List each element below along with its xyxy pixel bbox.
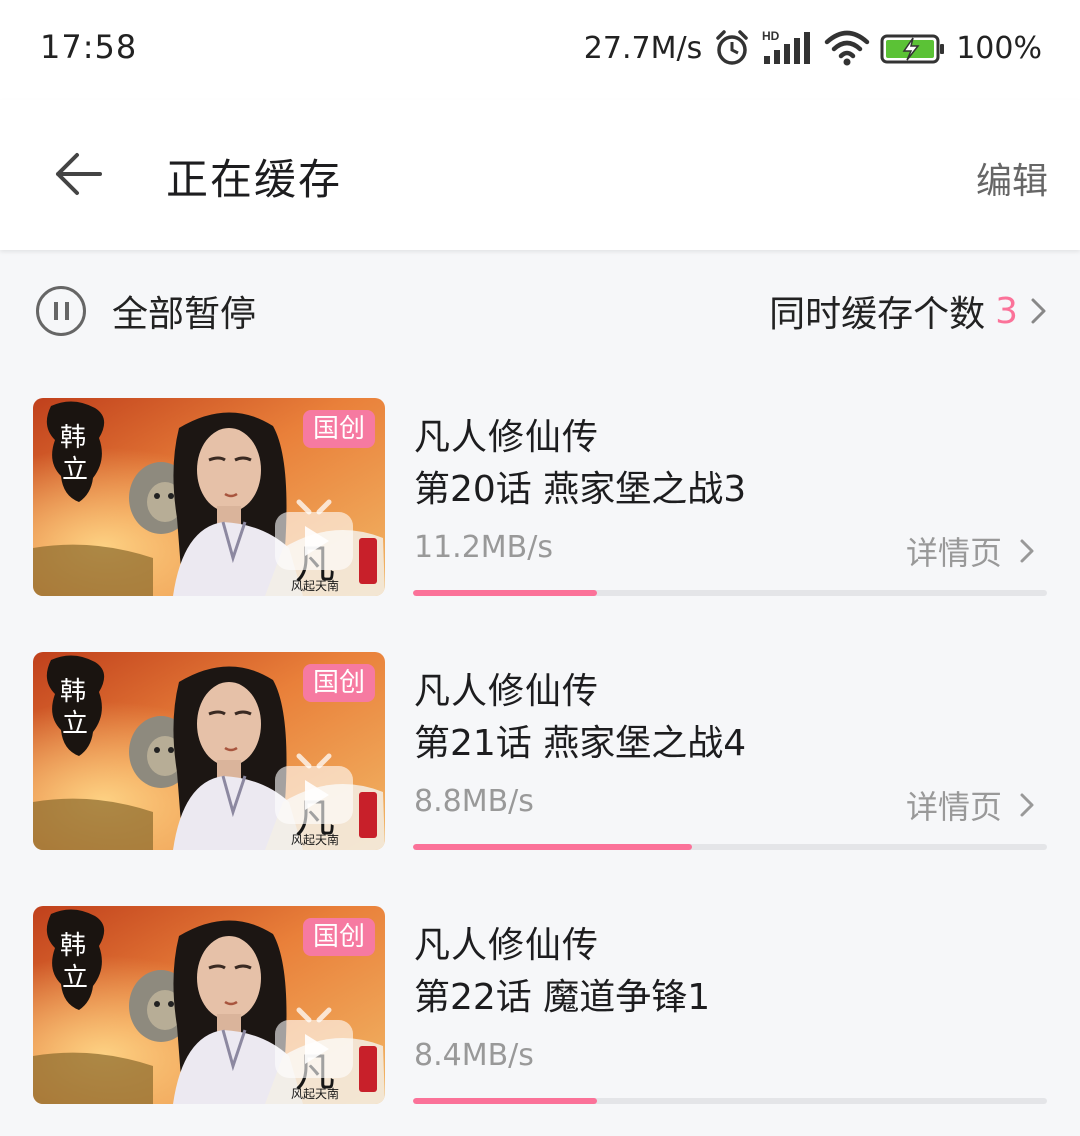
video-thumbnail[interactable]: 韩 立 凡 风起天南 国创 [33,906,385,1104]
concurrent-label: 同时缓存个数 [769,294,986,335]
status-right: 27.7M/s HD 100% [584,26,1042,70]
download-item[interactable]: 韩 立 凡 风起天南 国创 凡人修仙传 第22话 魔道争锋1 8.4MB/s [0,906,1080,1136]
detail-page-label: 详情页 [905,788,1002,826]
svg-text:立: 立 [62,455,88,485]
edit-button[interactable]: 编辑 [976,152,1048,204]
page-title: 正在缓存 [166,155,343,204]
video-title: 凡人修仙传 [414,671,600,712]
network-speed: 27.7M/s [583,30,703,66]
chevron-right-icon [1028,296,1050,326]
episode-title: 第22话 魔道争锋1 [414,977,711,1018]
wifi-icon [824,28,870,68]
app-header: 正在缓存 编辑 [0,100,1080,250]
download-speed: 11.2MB/s [414,530,553,565]
pause-all-label: 全部暂停 [112,294,257,335]
svg-text:风起天南: 风起天南 [291,832,339,847]
progress-bar [413,844,1047,850]
progress-bar [413,590,1047,596]
svg-text:风起天南: 风起天南 [291,1086,339,1101]
controls-row: 全部暂停 同时缓存个数 3 [0,250,1080,370]
back-arrow-icon [56,153,102,195]
episode-title: 第21话 燕家堡之战4 [414,723,747,764]
svg-text:立: 立 [62,963,88,993]
detail-page-link[interactable]: 详情页 [906,782,1036,828]
download-item[interactable]: 韩 立 凡 风起天南 国创 凡人修仙传 第20话 燕家堡之战3 11.2MB/s [0,398,1080,628]
video-thumbnail[interactable]: 韩 立 凡 风起天南 国创 [33,398,385,596]
play-icon [271,496,357,574]
battery-charging-icon [880,28,946,68]
play-icon [271,750,357,828]
status-time: 17:58 [40,28,138,66]
download-speed: 8.8MB/s [414,784,534,819]
svg-text:风起天南: 风起天南 [291,578,339,593]
back-button[interactable] [50,148,106,200]
svg-text:韩: 韩 [60,423,86,453]
play-icon [271,1004,357,1082]
chevron-right-icon [1018,537,1036,565]
svg-text:韩: 韩 [60,931,86,961]
network-type-label: HD [762,29,780,43]
category-badge: 国创 [302,918,375,956]
svg-text:韩: 韩 [60,677,86,707]
video-thumbnail[interactable]: 韩 立 凡 风起天南 国创 [33,652,385,850]
progress-fill [413,1098,597,1104]
concurrent-downloads-setting[interactable]: 同时缓存个数 3 [769,288,1050,335]
detail-page-link[interactable]: 详情页 [906,528,1036,574]
pause-all-button[interactable]: 全部暂停 [36,286,256,336]
progress-bar [413,1098,1047,1104]
category-badge: 国创 [302,664,375,702]
category-badge: 国创 [302,410,375,448]
detail-page-label: 详情页 [905,534,1002,572]
progress-fill [413,590,597,596]
pause-circle-icon [36,286,86,336]
video-title: 凡人修仙传 [414,925,600,966]
chevron-right-icon [1018,791,1036,819]
battery-percent: 100% [956,30,1042,66]
svg-text:立: 立 [62,709,88,739]
status-bar: 17:58 27.7M/s HD 100% [0,0,1080,100]
concurrent-count: 3 [995,290,1018,332]
video-title: 凡人修仙传 [414,417,600,458]
alarm-clock-icon [712,28,752,68]
download-speed: 8.4MB/s [414,1038,534,1073]
episode-title: 第20话 燕家堡之战3 [414,469,747,510]
progress-fill [413,844,692,850]
download-item[interactable]: 韩 立 凡 风起天南 国创 凡人修仙传 第21话 燕家堡之战4 8.8MB/s [0,652,1080,882]
cellular-signal-icon: HD [762,28,814,68]
